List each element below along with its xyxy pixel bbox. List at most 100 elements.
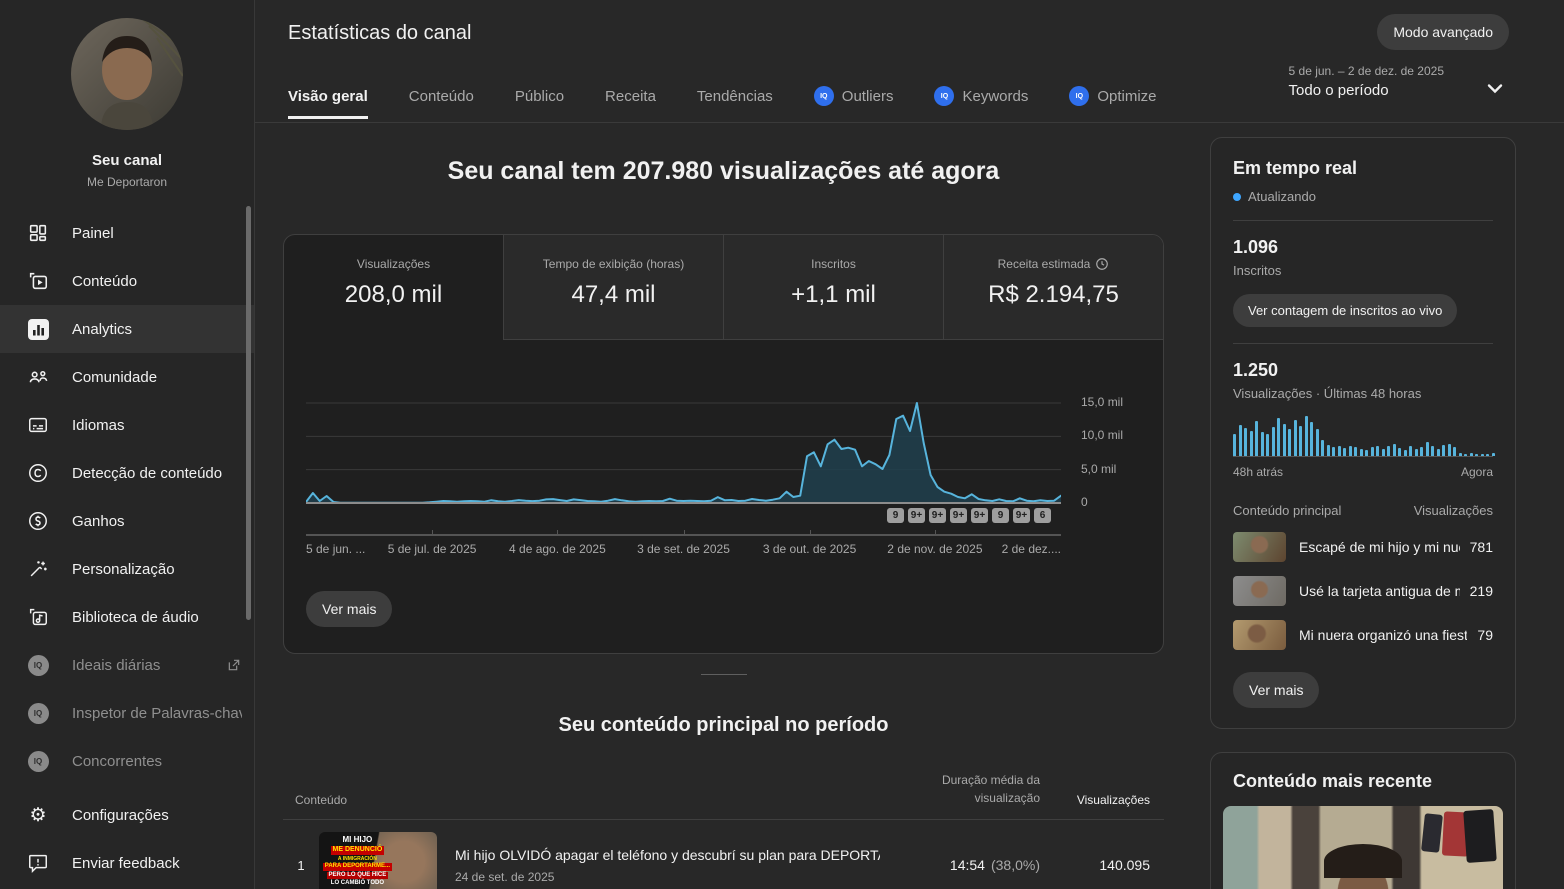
video-thumbnail [1233, 576, 1286, 606]
realtime-subscribers-label: Inscritos [1233, 263, 1282, 278]
studio-sidebar: Seu canal Me Deportaron Painel Conteúdo [0, 0, 255, 889]
channel-avatar[interactable] [71, 18, 183, 130]
settings-gear-icon: ⚙ [29, 804, 47, 826]
avg-view-duration: 14:54 (38,0%) [949, 857, 1040, 873]
video-count-badge[interactable]: 9+ [971, 508, 988, 523]
live-subscriber-count-button[interactable]: Ver contagem de inscritos ao vivo [1233, 294, 1458, 327]
sidebar-item-biblioteca-audio[interactable]: Biblioteca de áudio [0, 593, 254, 641]
recent-content-card: Conteúdo mais recente [1210, 752, 1516, 889]
sidebar-item-concorrentes[interactable]: IQ Concorrentes [0, 737, 254, 785]
sidebar-item-ideais-diarias[interactable]: IQ Ideais diárias [0, 641, 254, 689]
realtime-48h-bar-chart[interactable] [1233, 416, 1495, 457]
realtime-list-item[interactable]: Escapé de mi hijo y mi nuer... 781 [1233, 532, 1493, 562]
earnings-icon [26, 509, 50, 533]
right-column: Em tempo real Atualizando 1.096 Inscrito… [1210, 137, 1516, 889]
sidebar-item-inspetor-palavras-chave[interactable]: IQ Inspetor de Palavras-chav [0, 689, 254, 737]
col-duracao-media[interactable]: Duração média da visualização [880, 771, 1040, 807]
chevron-down-icon[interactable] [1483, 76, 1507, 100]
tab-keywords[interactable]: IQ Keywords [934, 86, 1028, 120]
analytics-tabs: Visão geral Conteúdo Público Receita Ten… [288, 86, 1198, 120]
overview-analytics-card: Visualizações 208,0 mil Tempo de exibiçã… [283, 234, 1164, 654]
views-count: 219 [1469, 583, 1493, 599]
views-count: 79 [1477, 627, 1493, 643]
metric-tab-visualizacoes[interactable]: Visualizações 208,0 mil [284, 235, 503, 340]
video-count-badge[interactable]: 9 [887, 508, 904, 523]
page-title: Estatísticas do canal [288, 22, 472, 44]
realtime-views-label: Visualizações · Últimas 48 horas [1233, 386, 1422, 401]
sidebar-item-comunidade[interactable]: Comunidade [0, 353, 254, 401]
col-visualizacoes[interactable]: Visualizações [1040, 793, 1150, 807]
views-chart-plot [306, 402, 1061, 504]
tab-conteudo[interactable]: Conteúdo [409, 88, 474, 119]
audio-library-icon [26, 605, 50, 629]
tab-optimize[interactable]: IQ Optimize [1069, 86, 1157, 120]
views-count: 781 [1469, 539, 1493, 555]
video-title: Escapé de mi hijo y mi nuer... [1299, 539, 1460, 555]
video-count-badge[interactable]: 9+ [929, 508, 946, 523]
realtime-list-item[interactable]: Usé la tarjeta antigua de m... 219 [1233, 576, 1493, 606]
live-dot-icon [1233, 192, 1241, 201]
sidebar-item-configuracoes[interactable]: ⚙ Configurações [0, 791, 254, 839]
row-rank: 1 [297, 857, 305, 873]
axis-label-now: Agora [1460, 465, 1493, 479]
external-link-icon [226, 657, 242, 673]
video-title: Mi hijo OLVIDÓ apagar el teléfono y desc… [455, 846, 880, 863]
analytics-icon [26, 317, 50, 341]
date-range-selector[interactable]: 5 de jun. – 2 de dez. de 2025 Todo o per… [1289, 64, 1444, 99]
sidebar-item-conteudo[interactable]: Conteúdo [0, 257, 254, 305]
metric-tab-inscritos[interactable]: Inscritos +1,1 mil [723, 235, 943, 340]
sidebar-item-ganhos[interactable]: Ganhos [0, 497, 254, 545]
period-label: Todo o período [1288, 82, 1389, 99]
metric-tab-receita-estimada[interactable]: Receita estimada R$ 2.194,75 [943, 235, 1163, 340]
video-thumbnail [1233, 532, 1286, 562]
col-conteudo[interactable]: Conteúdo [295, 793, 880, 807]
sidebar-item-personalizacao[interactable]: Personalização [0, 545, 254, 593]
copyright-icon [26, 461, 50, 485]
video-title: Mi nuera organizó una fiesta... [1299, 627, 1468, 643]
views-line-chart[interactable]: 15,0 mil 10,0 mil 5,0 mil 0 9 9+ 9+ 9+ 9… [306, 391, 1123, 563]
video-count-badge[interactable]: 6 [1034, 508, 1051, 523]
video-count-badge[interactable]: 9+ [950, 508, 967, 523]
sidebar-item-idiomas[interactable]: Idiomas [0, 401, 254, 449]
vidiq-icon: IQ [1069, 86, 1090, 106]
sidebar-item-painel[interactable]: Painel [0, 209, 254, 257]
vidiq-icon: IQ [813, 86, 834, 106]
sidebar-menu: Painel Conteúdo Analytics Comunidade Idi… [0, 209, 254, 887]
vidiq-icon: IQ [26, 749, 50, 773]
recent-content-title: Conteúdo mais recente [1233, 771, 1433, 791]
sidebar-item-deteccao-conteudo[interactable]: Detecção de conteúdo [0, 449, 254, 497]
realtime-list-item[interactable]: Mi nuera organizó una fiesta... 79 [1233, 620, 1493, 650]
video-count-badge[interactable]: 9+ [1013, 508, 1030, 523]
video-thumbnail [1233, 620, 1286, 650]
video-date: 24 de set. de 2025 [455, 869, 555, 884]
tab-publico[interactable]: Público [515, 88, 564, 119]
x-axis-labels: 5 de jun. ... 5 de jul. de 2025 4 de ago… [306, 542, 1061, 556]
recent-video-thumbnail[interactable] [1223, 806, 1503, 889]
channel-name: Me Deportaron [86, 175, 168, 189]
date-range-text: 5 de jun. – 2 de dez. de 2025 [1288, 64, 1444, 78]
dashboard-icon [26, 221, 50, 245]
video-count-badge[interactable]: 9 [992, 508, 1009, 523]
content-scroll-area: Seu canal tem 207.980 visualizações até … [255, 123, 1564, 889]
advanced-mode-button[interactable]: Modo avançado [1377, 14, 1509, 50]
tab-tendencias[interactable]: Tendências [697, 88, 773, 119]
tab-receita[interactable]: Receita [605, 88, 656, 119]
tab-outliers[interactable]: IQ Outliers [813, 86, 893, 120]
sidebar-item-enviar-feedback[interactable]: Enviar feedback [0, 839, 254, 887]
table-row[interactable]: 1 MI HIJO ME DENUNCIÓ A INMIGRACIÓN PARA… [283, 820, 1164, 889]
metric-tab-tempo-exibicao[interactable]: Tempo de exibição (horas) 47,4 mil [503, 235, 723, 340]
avatar-photo [71, 18, 183, 130]
divider [1233, 343, 1493, 344]
table-header: Conteúdo Duração média da visualização V… [283, 771, 1164, 820]
overview-see-more-button[interactable]: Ver mais [306, 591, 393, 627]
vidiq-icon: IQ [934, 86, 955, 106]
sidebar-scrollbar[interactable] [246, 206, 251, 620]
community-icon [26, 365, 50, 389]
realtime-views: 1.250 [1233, 360, 1279, 380]
section-divider [700, 674, 747, 675]
video-count-badge[interactable]: 9+ [908, 508, 925, 523]
tab-visao-geral[interactable]: Visão geral [288, 88, 368, 119]
realtime-see-more-button[interactable]: Ver mais [1233, 672, 1320, 708]
sidebar-item-analytics[interactable]: Analytics [0, 305, 254, 353]
views-count: 140.095 [1099, 857, 1150, 873]
